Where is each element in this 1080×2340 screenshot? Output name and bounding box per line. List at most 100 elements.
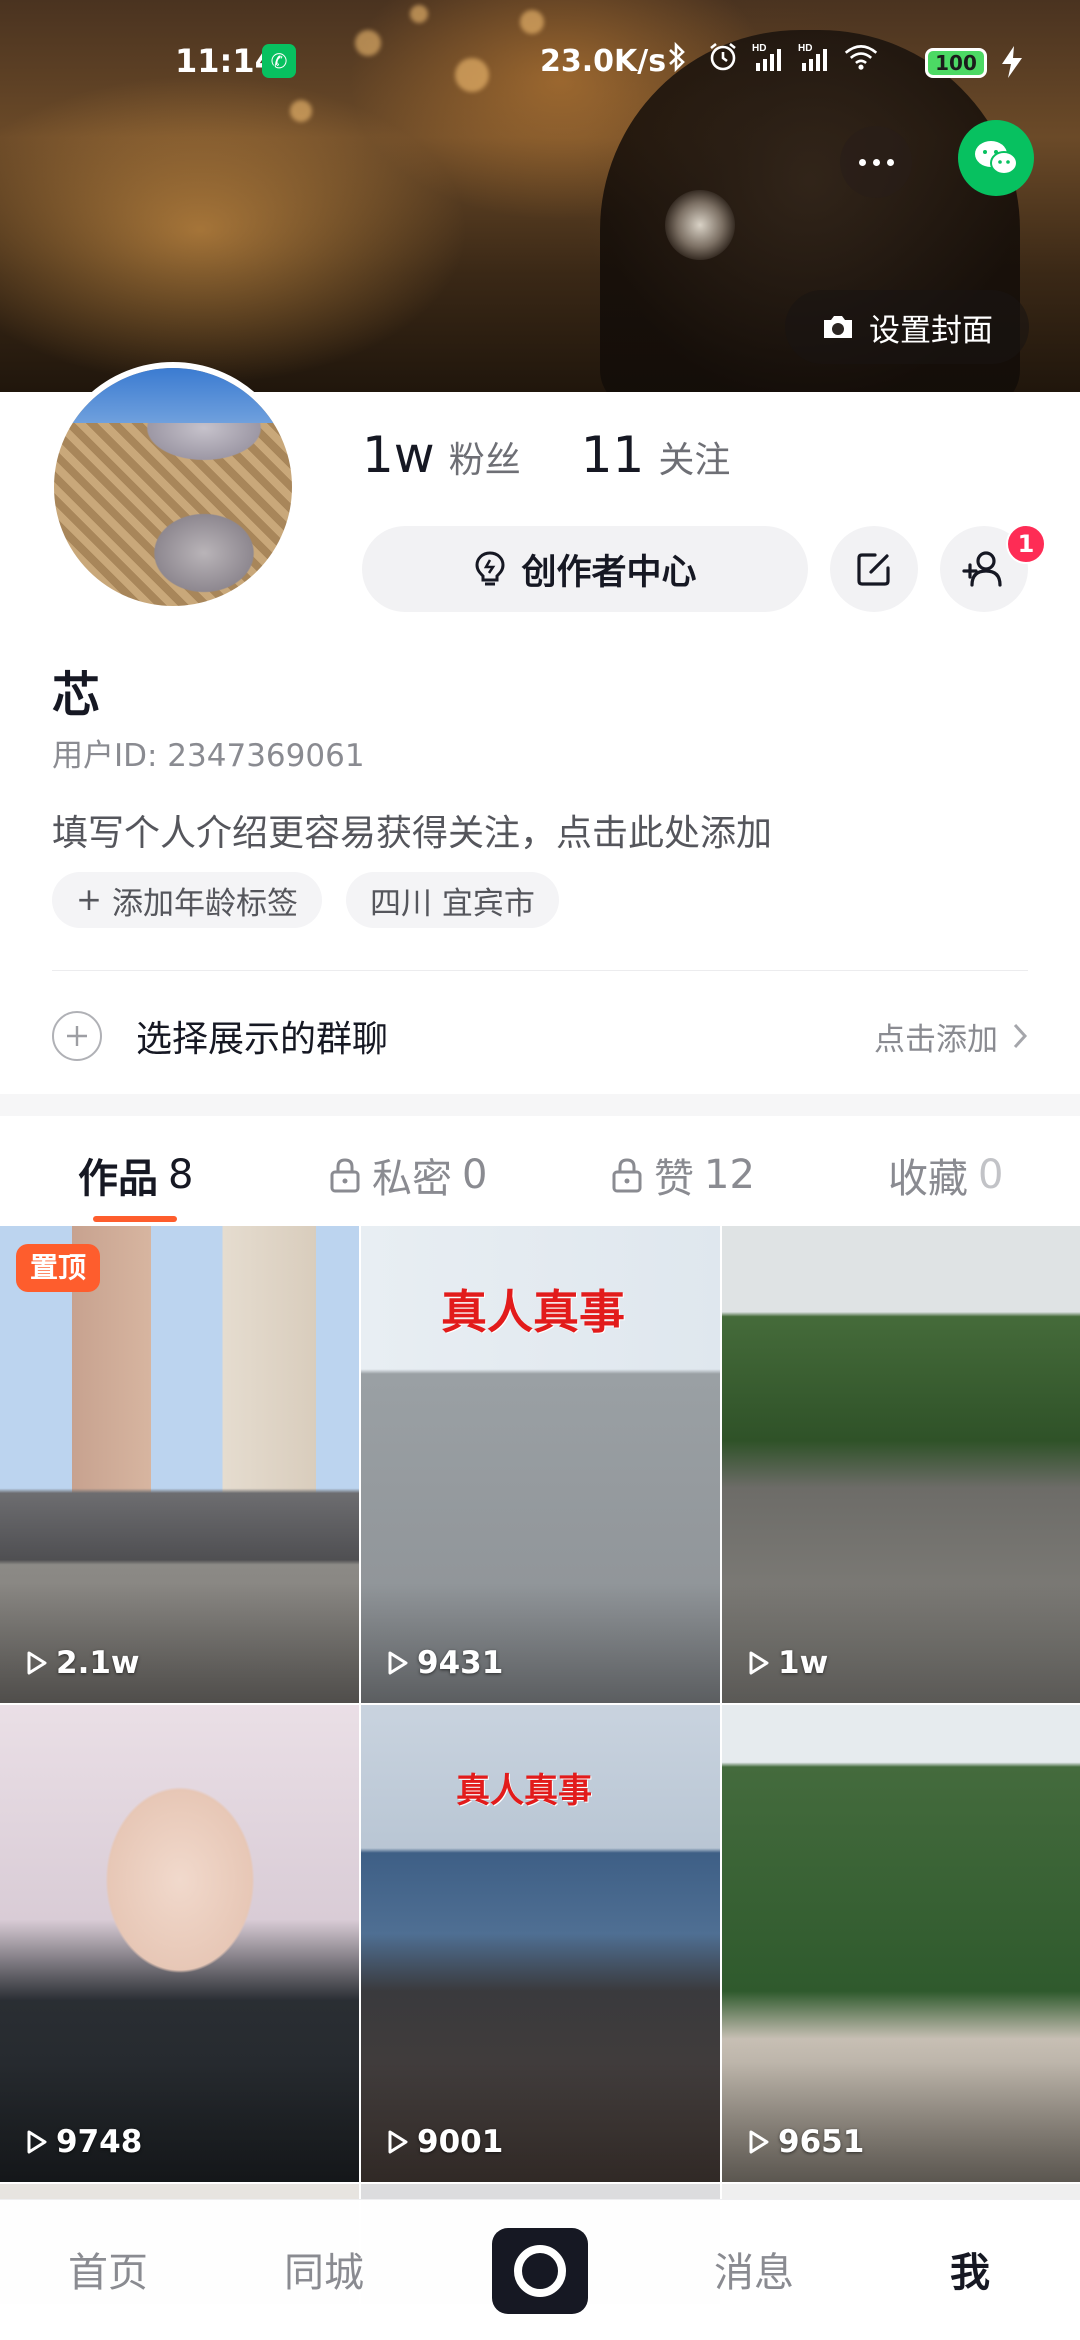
tab-label: 私密	[372, 1156, 452, 1202]
battery-indicator: 100	[925, 48, 987, 78]
edit-icon	[857, 553, 890, 586]
thumbnail-shade	[0, 2062, 359, 2182]
play-icon	[388, 1651, 408, 1675]
nav-home[interactable]: 首页	[68, 2240, 148, 2298]
plus-icon: +	[76, 882, 102, 918]
following-count: 11	[580, 426, 645, 484]
play-count-value: 1w	[778, 1645, 829, 1681]
nav-me[interactable]: 我	[950, 2240, 990, 2298]
add-age-tag-button[interactable]: + 添加年龄标签	[52, 872, 322, 928]
wechat-icon: ✆	[262, 44, 296, 78]
thumbnail-shade	[361, 1583, 720, 1703]
wechat-icon	[975, 141, 1018, 175]
play-count-value: 9748	[56, 2124, 143, 2160]
edit-profile-button[interactable]	[830, 526, 918, 612]
set-cover-label: 设置封面	[869, 312, 993, 349]
video-thumbnail[interactable]: 置顶 2.1w	[0, 1226, 359, 1703]
avatar[interactable]	[48, 362, 298, 612]
shoot-button[interactable]	[492, 2228, 588, 2314]
tab-likes[interactable]: 赞 12	[610, 1146, 755, 1204]
add-user-icon	[962, 551, 1002, 587]
svg-text:HD: HD	[798, 43, 812, 54]
creator-center-label: 创作者中心	[521, 552, 697, 593]
camera-record-icon	[514, 2245, 566, 2297]
tab-label: 作品	[78, 1156, 158, 1202]
group-chat-action-label: 点击添加	[874, 1021, 998, 1058]
user-id[interactable]: 用户ID: 2347369061	[52, 730, 365, 775]
play-count: 9651	[748, 2124, 864, 2160]
content-tabs: 作品 8 私密 0 赞 12 收藏 0	[0, 1116, 1080, 1226]
tab-count: 0	[462, 1152, 488, 1198]
play-icon	[749, 1651, 769, 1675]
more-options-button[interactable]	[840, 126, 912, 198]
play-count: 2.1w	[26, 1645, 140, 1681]
wifi-icon	[844, 40, 878, 74]
signal-hd-icon: HD	[752, 40, 786, 74]
tab-label: 收藏	[888, 1156, 968, 1202]
video-thumbnail[interactable]: 真人真事 9001	[361, 1705, 720, 2182]
pinned-badge: 置顶	[16, 1244, 101, 1292]
more-horizontal-icon	[858, 158, 866, 166]
alarm-icon	[706, 40, 740, 74]
nickname[interactable]: 芯	[52, 655, 100, 725]
set-cover-button[interactable]: 设置封面	[785, 290, 1029, 364]
creator-center-button[interactable]: 创作者中心	[362, 526, 808, 612]
notification-badge: 1	[1006, 524, 1046, 564]
bio-placeholder[interactable]: 填写个人介绍更容易获得关注，点击此处添加	[52, 804, 772, 856]
nav-nearby[interactable]: 同城	[284, 2240, 364, 2298]
tab-works[interactable]: 作品 8	[78, 1146, 193, 1204]
video-grid: 置顶 2.1w 真人真事 9431 1w 9748 真人真事 9001 9651	[0, 1226, 1080, 2304]
status-icons: HD HD	[660, 40, 878, 74]
network-speed: 23.0K/s	[540, 44, 667, 79]
location-tag[interactable]: 四川 宜宾市	[345, 872, 559, 928]
cover-scooter-headlight	[665, 190, 735, 260]
camera-icon	[824, 316, 852, 338]
video-caption: 真人真事	[456, 1771, 592, 1811]
video-thumbnail[interactable]: 1w	[722, 1226, 1080, 1703]
active-tab-indicator	[93, 1216, 177, 1222]
lock-icon	[330, 1158, 360, 1193]
video-thumbnail[interactable]: 真人真事 9431	[361, 1226, 720, 1703]
profile-cover[interactable]: 11:14 ✆ 23.0K/s HD HD 100 设置封面	[0, 0, 1080, 392]
plus-circle-icon	[52, 1011, 102, 1061]
following-stat[interactable]: 11 关注	[581, 426, 731, 484]
play-icon	[27, 1651, 47, 1675]
chevron-right-icon	[1013, 1023, 1028, 1049]
play-count: 9001	[387, 2124, 503, 2160]
group-chat-label: 选择展示的群聊	[136, 1019, 389, 1060]
thumbnail-shade	[722, 1583, 1080, 1703]
play-icon	[388, 2130, 408, 2154]
following-label: 关注	[658, 440, 731, 481]
followers-stat[interactable]: 1w 粉丝	[362, 426, 521, 484]
play-icon	[749, 2130, 769, 2154]
thumbnail-shade	[722, 2062, 1080, 2182]
tab-favorites[interactable]: 收藏 0	[888, 1146, 1003, 1204]
lock-icon	[612, 1158, 642, 1193]
play-count-value: 9431	[417, 1645, 504, 1681]
signal-hd-icon: HD	[798, 40, 832, 74]
play-count-value: 9001	[417, 2124, 504, 2160]
play-count: 9431	[387, 1645, 503, 1681]
tab-count: 0	[978, 1152, 1004, 1198]
group-chat-action[interactable]: 点击添加	[874, 1014, 1028, 1059]
play-icon	[27, 2130, 47, 2154]
tab-count: 12	[704, 1152, 755, 1198]
bolt-icon	[998, 44, 1026, 84]
play-count: 1w	[748, 1645, 828, 1681]
profile-tags: + 添加年龄标签 四川 宜宾市	[52, 872, 559, 928]
video-thumbnail[interactable]: 9651	[722, 1705, 1080, 2182]
thumbnail-shade	[0, 1583, 359, 1703]
play-count-value: 9651	[778, 2124, 865, 2160]
followers-count: 1w	[362, 426, 435, 484]
wechat-share-button[interactable]	[958, 120, 1034, 196]
video-caption: 真人真事	[441, 1285, 625, 1339]
video-thumbnail[interactable]: 9748	[0, 1705, 359, 2182]
bottom-navigation: 首页 同城 消息 我	[0, 2200, 1080, 2340]
nav-messages[interactable]: 消息	[714, 2240, 794, 2298]
play-count-value: 2.1w	[56, 1645, 140, 1681]
tab-private[interactable]: 私密 0	[328, 1146, 487, 1204]
followers-label: 粉丝	[448, 440, 521, 481]
play-count: 9748	[26, 2124, 142, 2160]
group-chat-row[interactable]: 选择展示的群聊 点击添加	[52, 996, 1028, 1076]
tab-label: 赞	[654, 1156, 694, 1202]
